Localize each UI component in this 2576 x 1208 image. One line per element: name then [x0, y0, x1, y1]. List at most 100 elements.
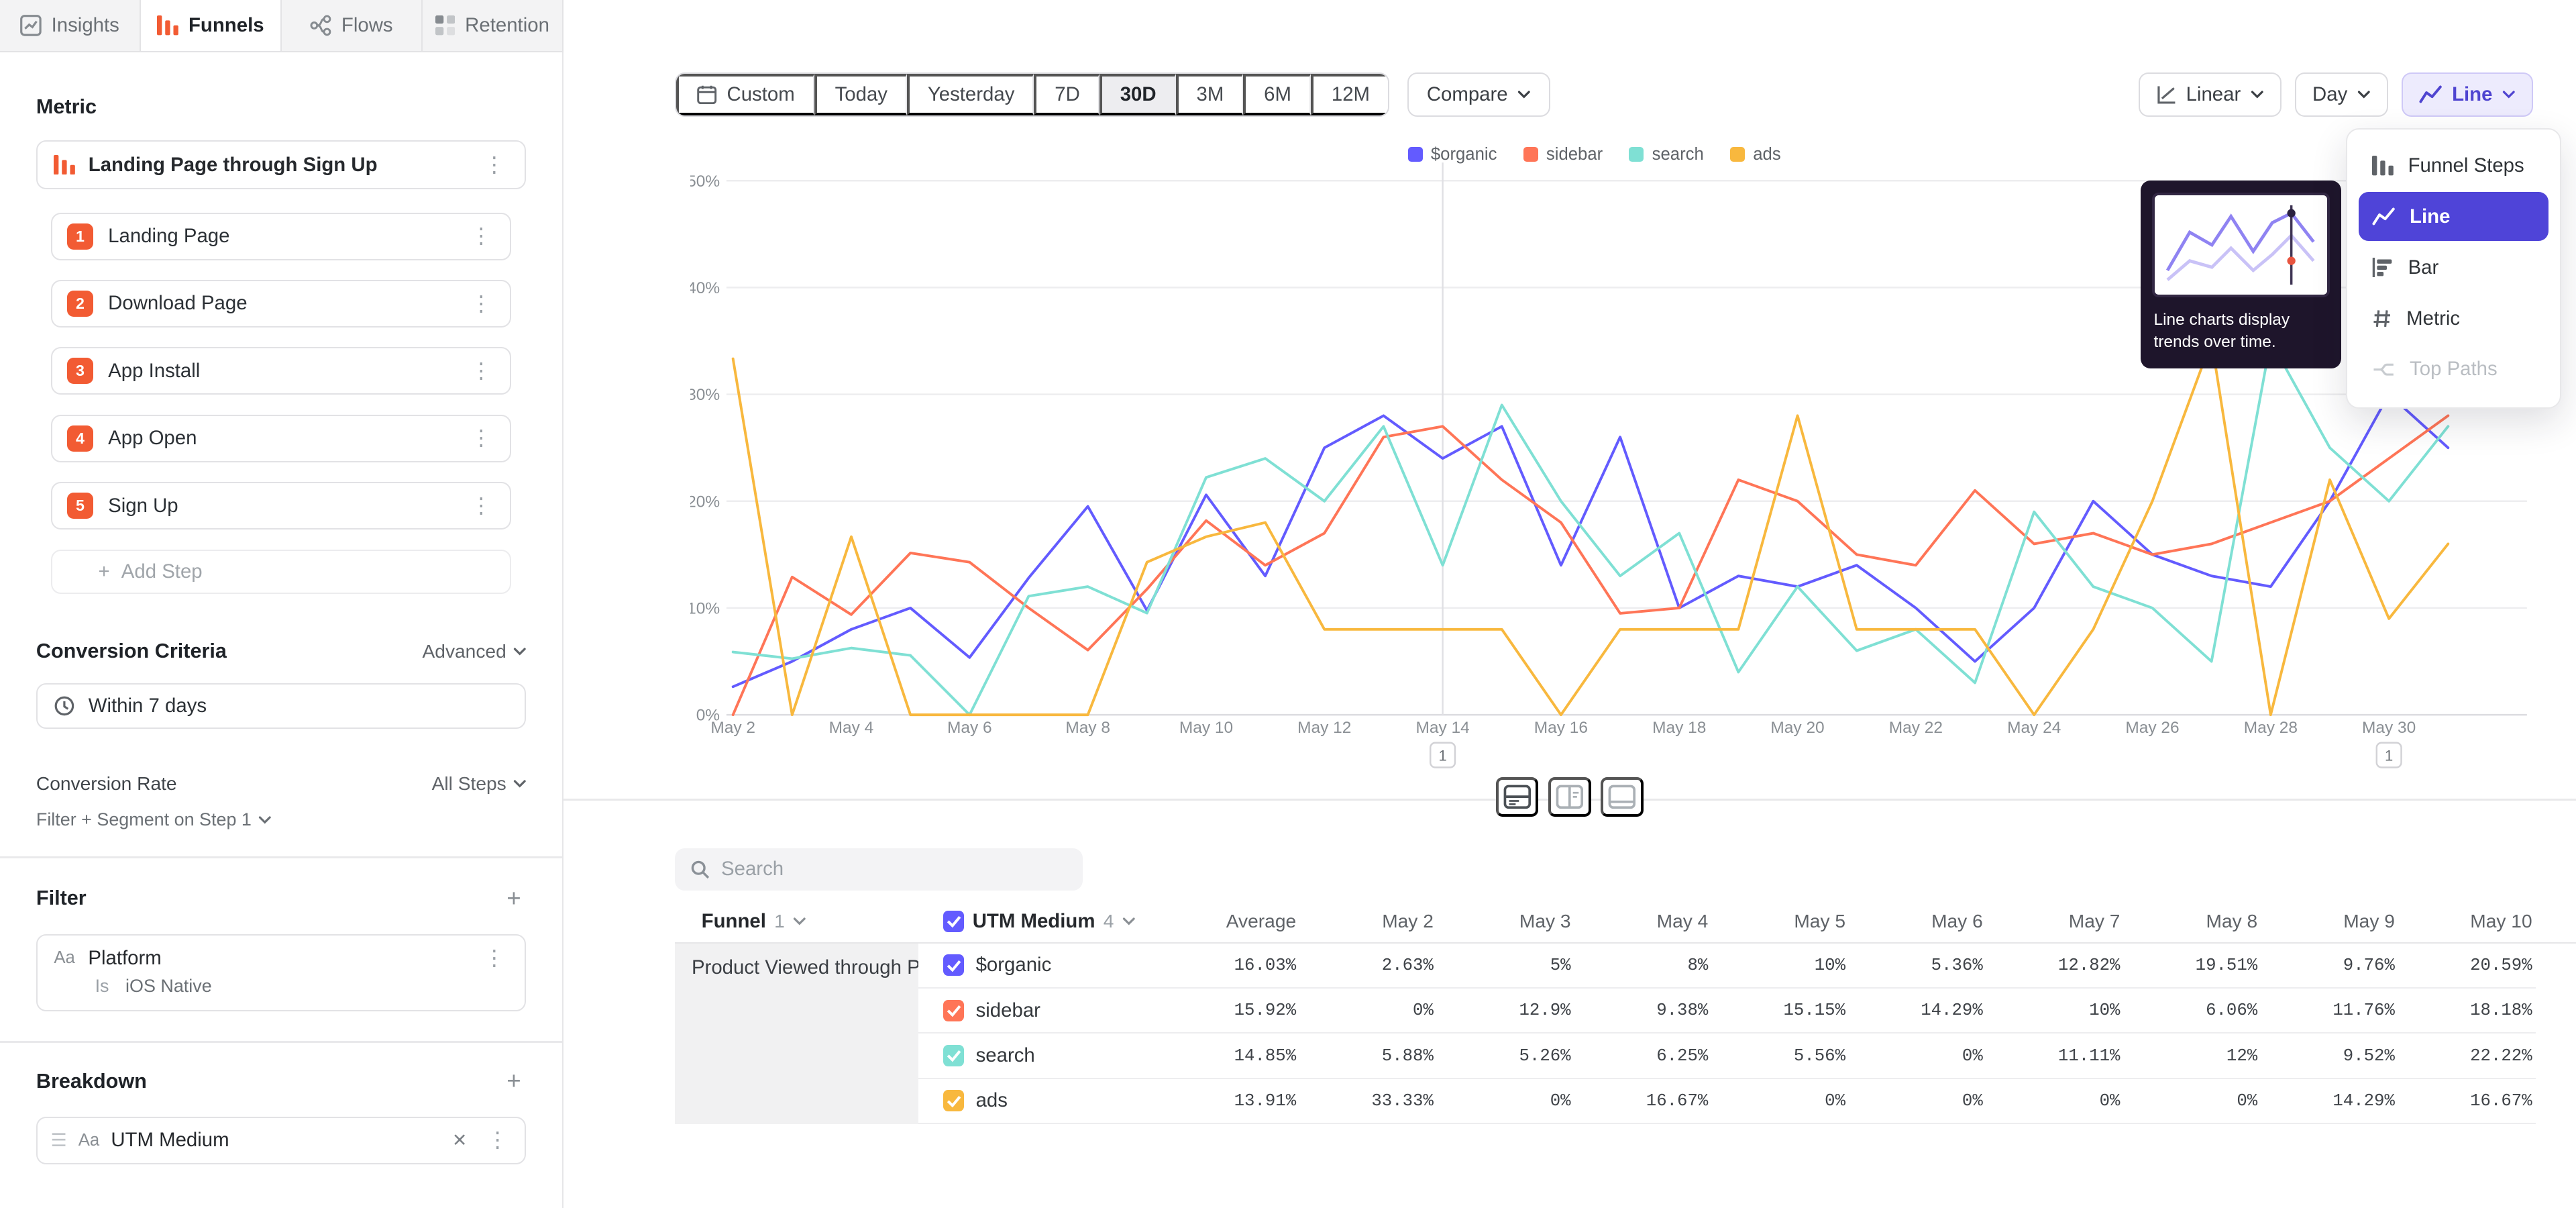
table-row-series-cell[interactable]: search — [918, 1034, 1173, 1078]
view-toggle-chart-only-icon[interactable] — [1601, 777, 1644, 817]
svg-text:May 2: May 2 — [710, 719, 755, 737]
drag-handle-icon[interactable]: ☰ — [50, 1130, 66, 1151]
value-cell: 5.88% — [1299, 1034, 1437, 1078]
kebab-menu-icon[interactable]: ⋮ — [467, 293, 495, 315]
funnel-column-header[interactable]: Funnel 1 — [675, 910, 918, 933]
legend-item[interactable]: sidebar — [1523, 145, 1603, 164]
average-value-cell: 15.92% — [1173, 989, 1299, 1034]
date-range-3m[interactable]: 3M — [1176, 74, 1244, 115]
funnel-group-cell[interactable]: Product Viewed through P... — [675, 944, 918, 1124]
menu-item-line[interactable]: Line — [2359, 192, 2548, 241]
funnel-step-3[interactable]: 3App Install⋮ — [51, 347, 511, 395]
add-breakdown-button[interactable]: + — [502, 1069, 526, 1094]
chart-annotation-marker[interactable]: 1 — [1430, 743, 1455, 768]
select-all-checkbox[interactable] — [943, 911, 965, 932]
remove-breakdown-icon[interactable]: ✕ — [447, 1130, 472, 1151]
series-checkbox[interactable] — [943, 1045, 965, 1066]
kebab-menu-icon[interactable]: ⋮ — [467, 495, 495, 517]
value-cell: 16.67% — [2398, 1079, 2536, 1124]
platform-filter-label: Platform — [88, 947, 467, 970]
date-range-12m[interactable]: 12M — [1311, 74, 1388, 115]
series-line-ads[interactable] — [733, 341, 2448, 715]
conversion-window-card[interactable]: Within 7 days — [36, 683, 526, 729]
search-bar[interactable] — [675, 848, 1082, 891]
compare-button[interactable]: Compare — [1407, 72, 1550, 117]
funnel-metric-card[interactable]: Landing Page through Sign Up ⋮ — [36, 140, 526, 189]
menu-item-bar[interactable]: Bar — [2359, 243, 2548, 292]
menu-item-metric[interactable]: Metric — [2359, 294, 2548, 343]
date-range-6m[interactable]: 6M — [1243, 74, 1311, 115]
funnel-step-5[interactable]: 5Sign Up⋮ — [51, 482, 511, 530]
day-column-header[interactable]: May 7 — [1986, 911, 2124, 932]
filter-operator[interactable]: Is — [95, 976, 109, 997]
series-checkbox[interactable] — [943, 1000, 965, 1021]
kebab-menu-icon[interactable]: ⋮ — [480, 154, 508, 176]
add-filter-button[interactable]: + — [502, 887, 526, 911]
breakdown-table: Funnel 1 UTM Medium 4 Average May 2May 3… — [675, 901, 2575, 1124]
date-range-label: 6M — [1264, 83, 1291, 106]
legend-item[interactable]: $organic — [1408, 145, 1497, 164]
all-steps-dropdown[interactable]: All Steps — [432, 773, 526, 795]
date-range-today[interactable]: Today — [814, 74, 907, 115]
kebab-menu-icon[interactable]: ⋮ — [467, 427, 495, 449]
legend-item[interactable]: ads — [1730, 145, 1781, 164]
advanced-dropdown[interactable]: Advanced — [423, 641, 527, 662]
search-input[interactable] — [721, 858, 1068, 880]
interval-day-button[interactable]: Day — [2295, 72, 2388, 117]
day-column-header[interactable]: May 10 — [2398, 911, 2536, 932]
platform-filter-card[interactable]: Aa Platform ⋮ Is iOS Native — [36, 934, 526, 1012]
svg-text:May 28: May 28 — [2243, 719, 2297, 737]
scale-linear-button[interactable]: Linear — [2139, 72, 2282, 117]
view-toggle-split-vertical-icon[interactable] — [1548, 777, 1591, 817]
tab-retention[interactable]: Retention — [423, 0, 564, 51]
view-toggle-split-horizontal-icon[interactable] — [1496, 777, 1539, 817]
funnel-step-4[interactable]: 4App Open⋮ — [51, 415, 511, 462]
kebab-menu-icon[interactable]: ⋮ — [484, 1129, 512, 1151]
series-checkbox[interactable] — [943, 954, 965, 976]
funnel-step-1[interactable]: 1Landing Page⋮ — [51, 213, 511, 260]
chart-type-line-button[interactable]: Line — [2402, 72, 2534, 117]
filter-value[interactable]: iOS Native — [125, 976, 212, 997]
advanced-label: Advanced — [423, 641, 506, 662]
funnel-step-2[interactable]: 2Download Page⋮ — [51, 280, 511, 328]
menu-item-funnel-steps[interactable]: Funnel Steps — [2359, 141, 2548, 190]
day-column-header[interactable]: May 8 — [2123, 911, 2261, 932]
value-cell: 12% — [2123, 1034, 2261, 1078]
series-checkbox[interactable] — [943, 1090, 965, 1111]
add-step-button[interactable]: + Add Step — [51, 550, 511, 594]
tab-insights[interactable]: Insights — [0, 0, 141, 51]
filter-segment-toggle[interactable]: Filter + Segment on Step 1 — [36, 809, 526, 830]
day-column-header[interactable]: May 3 — [1437, 911, 1574, 932]
kebab-menu-icon[interactable]: ⋮ — [467, 360, 495, 382]
table-row-series-cell[interactable]: ads — [918, 1079, 1173, 1124]
day-column-header[interactable]: May 2 — [1299, 911, 1437, 932]
average-column-header[interactable]: Average — [1173, 911, 1299, 932]
day-column-header[interactable]: May 9 — [2261, 911, 2398, 932]
breakdown-item-card[interactable]: ☰ Aa UTM Medium ✕ ⋮ — [36, 1117, 526, 1164]
step-number-badge: 3 — [67, 358, 93, 384]
svg-text:May 24: May 24 — [2007, 719, 2061, 737]
bar-icon — [2372, 258, 2394, 277]
date-range-custom[interactable]: Custom — [676, 74, 814, 115]
date-range-yesterday[interactable]: Yesterday — [907, 74, 1034, 115]
day-column-header[interactable]: May 4 — [1574, 911, 1711, 932]
breakdown-column-header[interactable]: UTM Medium 4 — [918, 910, 1173, 933]
kebab-menu-icon[interactable]: ⋮ — [480, 948, 508, 969]
conversion-criteria-heading: Conversion Criteria — [36, 640, 227, 663]
top-paths-icon — [2372, 360, 2395, 379]
chart-annotation-marker[interactable]: 1 — [2376, 743, 2401, 768]
value-cell: 0% — [1299, 989, 1437, 1034]
tab-funnels[interactable]: Funnels — [141, 0, 282, 51]
day-column-header[interactable]: May 5 — [1711, 911, 1849, 932]
day-column-header[interactable]: May 6 — [1849, 911, 1986, 932]
table-row-series-cell[interactable]: sidebar — [918, 989, 1173, 1034]
value-cell: 6.25% — [1574, 1034, 1711, 1078]
date-range-30d[interactable]: 30D — [1099, 74, 1176, 115]
kebab-menu-icon[interactable]: ⋮ — [467, 225, 495, 247]
legend-item[interactable]: search — [1629, 145, 1703, 164]
svg-text:1: 1 — [2385, 748, 2393, 764]
funnels-icon — [157, 15, 178, 35]
table-row-series-cell[interactable]: $organic — [918, 944, 1173, 989]
date-range-7d[interactable]: 7D — [1034, 74, 1099, 115]
tab-flows[interactable]: Flows — [282, 0, 423, 51]
